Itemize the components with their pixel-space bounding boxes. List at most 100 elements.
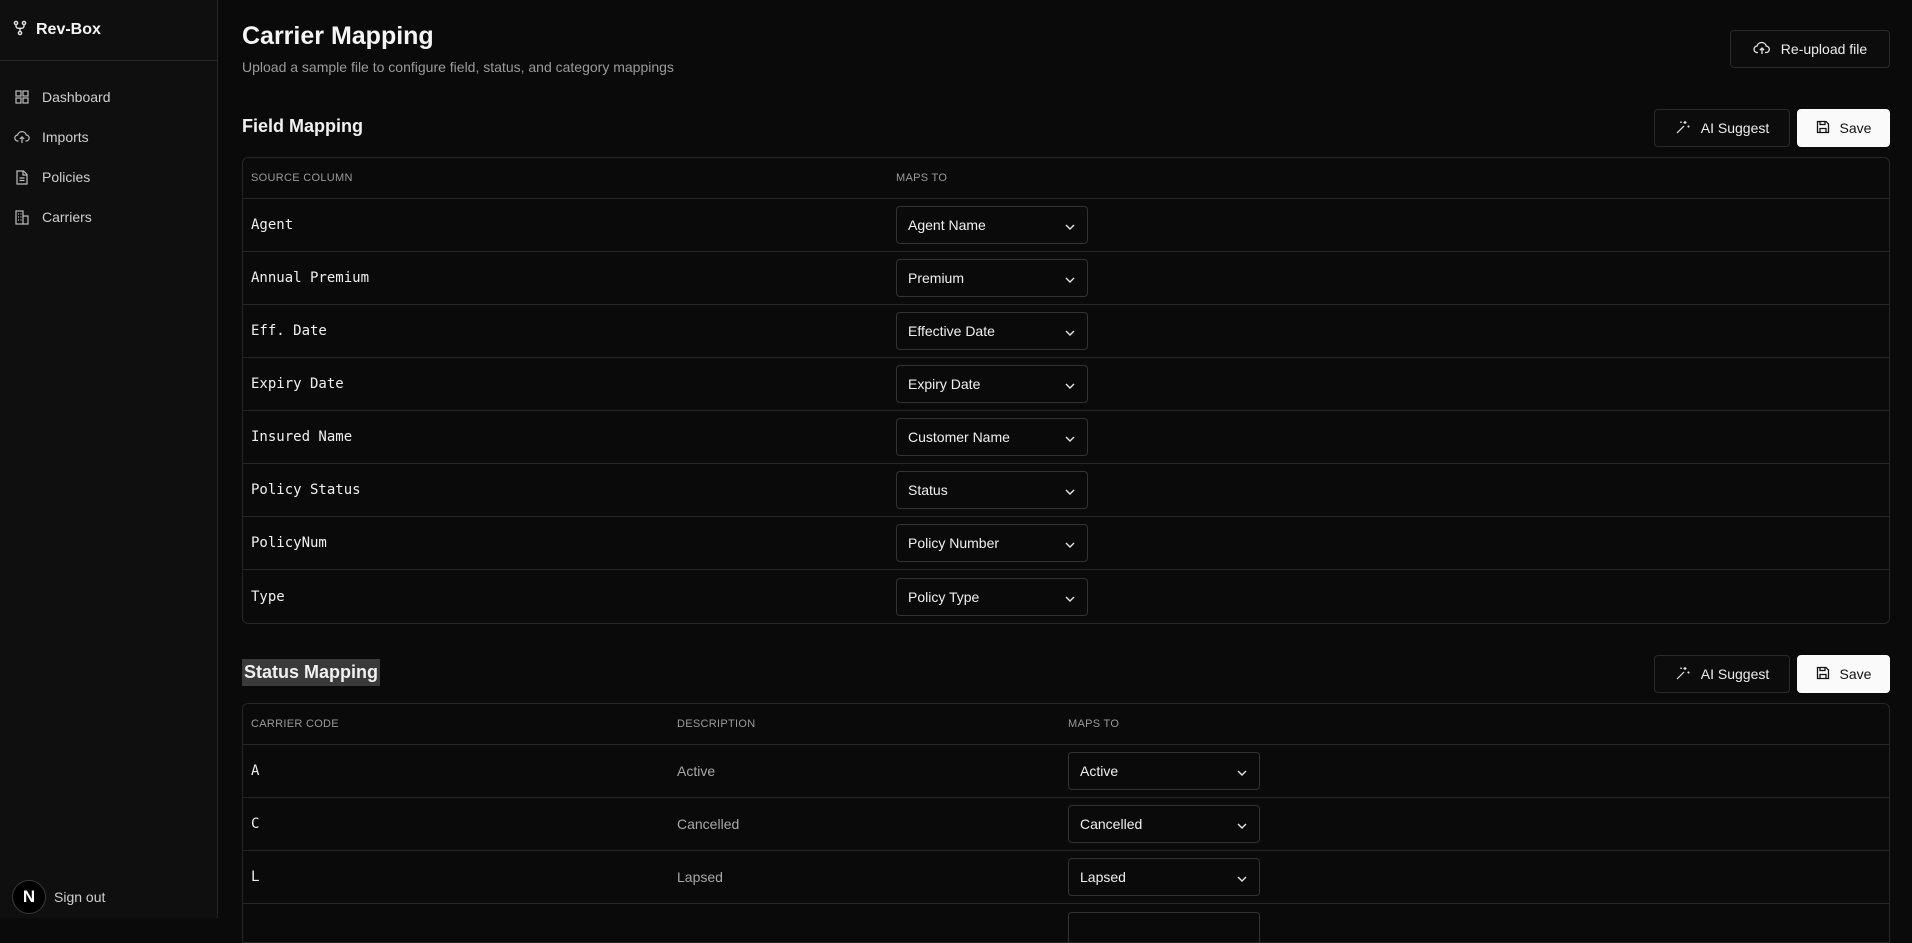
maps-to-select[interactable]: Active bbox=[1068, 752, 1260, 790]
sidebar-item-label: Carriers bbox=[42, 209, 92, 225]
save-icon bbox=[1816, 666, 1830, 683]
carrier-code-cell: L bbox=[243, 869, 669, 885]
maps-to-select[interactable]: Premium bbox=[896, 259, 1088, 297]
table-row: Eff. Date Effective Date bbox=[243, 305, 1889, 358]
column-header-description: DESCRIPTION bbox=[669, 718, 1060, 730]
sparkles-icon bbox=[1675, 119, 1691, 138]
source-column-cell: Expiry Date bbox=[243, 376, 888, 392]
table-row: Type Policy Type bbox=[243, 570, 1889, 623]
chevron-down-icon bbox=[1065, 217, 1075, 233]
ai-suggest-label: AI Suggest bbox=[1701, 666, 1770, 682]
page-subtitle: Upload a sample file to configure field,… bbox=[242, 59, 674, 75]
select-value: Effective Date bbox=[908, 323, 995, 339]
chevron-down-icon bbox=[1237, 763, 1247, 779]
sidebar-item-policies[interactable]: Policies bbox=[0, 163, 217, 191]
field-mapping-table: SOURCE COLUMN MAPS TO Agent Agent Name A… bbox=[242, 157, 1890, 624]
table-header: SOURCE COLUMN MAPS TO bbox=[243, 158, 1889, 199]
table-row: Agent Agent Name bbox=[243, 199, 1889, 252]
maps-to-select[interactable]: Cancelled bbox=[1068, 805, 1260, 843]
document-icon bbox=[14, 169, 30, 185]
building-icon bbox=[14, 209, 30, 225]
reupload-file-button[interactable]: Re-upload file bbox=[1730, 30, 1890, 68]
table-row: Expiry Date Expiry Date bbox=[243, 358, 1889, 411]
chevron-down-icon bbox=[1065, 535, 1075, 551]
page-title: Carrier Mapping bbox=[242, 22, 434, 51]
ai-suggest-label: AI Suggest bbox=[1701, 120, 1770, 136]
maps-to-select[interactable]: Lapsed bbox=[1068, 858, 1260, 896]
chevron-down-icon bbox=[1065, 323, 1075, 339]
table-row: L Lapsed Lapsed bbox=[243, 851, 1889, 904]
status-ai-suggest-button[interactable]: AI Suggest bbox=[1654, 655, 1790, 693]
description-cell: Cancelled bbox=[669, 816, 1060, 832]
maps-to-select[interactable]: Customer Name bbox=[896, 418, 1088, 456]
sidebar-item-dashboard[interactable]: Dashboard bbox=[0, 83, 217, 111]
maps-to-select[interactable]: Effective Date bbox=[896, 312, 1088, 350]
avatar[interactable]: N bbox=[12, 880, 46, 914]
maps-to-select[interactable] bbox=[1068, 912, 1260, 943]
save-label: Save bbox=[1840, 666, 1872, 682]
source-column-cell: Policy Status bbox=[243, 482, 888, 498]
column-header-maps-to: MAPS TO bbox=[1060, 718, 1119, 730]
sidebar-item-label: Imports bbox=[42, 129, 89, 145]
reupload-label: Re-upload file bbox=[1781, 41, 1867, 57]
column-header-carrier-code: CARRIER CODE bbox=[243, 718, 669, 730]
app-name: Rev-Box bbox=[36, 21, 101, 39]
carrier-code-cell: A bbox=[243, 763, 669, 779]
table-row: Insured Name Customer Name bbox=[243, 411, 1889, 464]
source-column-cell: Type bbox=[243, 589, 888, 605]
chevron-down-icon bbox=[1065, 482, 1075, 498]
sign-out-button[interactable]: N Sign out bbox=[12, 880, 105, 914]
table-header: CARRIER CODE DESCRIPTION MAPS TO bbox=[243, 704, 1889, 745]
source-column-cell: Eff. Date bbox=[243, 323, 888, 339]
select-value: Cancelled bbox=[1080, 816, 1142, 832]
table-row: C Cancelled Cancelled bbox=[243, 798, 1889, 851]
field-mapping-title: Field Mapping bbox=[242, 116, 363, 137]
field-ai-suggest-button[interactable]: AI Suggest bbox=[1654, 109, 1790, 147]
cloud-upload-icon bbox=[1753, 41, 1771, 58]
field-save-button[interactable]: Save bbox=[1797, 109, 1890, 147]
select-value: Expiry Date bbox=[908, 376, 980, 392]
maps-to-select[interactable]: Status bbox=[896, 471, 1088, 509]
maps-to-select[interactable]: Agent Name bbox=[896, 206, 1088, 244]
select-value: Status bbox=[908, 482, 948, 498]
status-mapping-title: Status Mapping bbox=[242, 659, 380, 686]
save-label: Save bbox=[1840, 120, 1872, 136]
source-column-cell: Insured Name bbox=[243, 429, 888, 445]
table-row: Annual Premium Premium bbox=[243, 252, 1889, 305]
table-row: Policy Status Status bbox=[243, 464, 1889, 517]
sidebar-item-label: Dashboard bbox=[42, 89, 111, 105]
sidebar-item-imports[interactable]: Imports bbox=[0, 123, 217, 151]
chevron-down-icon bbox=[1065, 589, 1075, 605]
source-column-cell: Annual Premium bbox=[243, 270, 888, 286]
maps-to-select[interactable]: Expiry Date bbox=[896, 365, 1088, 403]
select-value: Active bbox=[1080, 763, 1118, 779]
chevron-down-icon bbox=[1065, 376, 1075, 392]
sidebar-nav: Dashboard Imports Policies bbox=[0, 61, 217, 231]
status-save-button[interactable]: Save bbox=[1797, 655, 1890, 693]
brand[interactable]: Rev-Box bbox=[0, 0, 217, 61]
maps-to-select[interactable]: Policy Type bbox=[896, 578, 1088, 616]
save-icon bbox=[1816, 120, 1830, 137]
source-column-cell: PolicyNum bbox=[243, 535, 888, 551]
table-row-partial bbox=[243, 904, 1889, 943]
sparkles-icon bbox=[1675, 665, 1691, 684]
cloud-upload-icon bbox=[14, 129, 30, 145]
select-value: Premium bbox=[908, 270, 964, 286]
sign-out-label: Sign out bbox=[54, 889, 105, 905]
description-cell: Lapsed bbox=[669, 869, 1060, 885]
select-value: Customer Name bbox=[908, 429, 1010, 445]
sidebar-item-carriers[interactable]: Carriers bbox=[0, 203, 217, 231]
sidebar-item-label: Policies bbox=[42, 169, 90, 185]
fork-logo-icon bbox=[12, 20, 28, 41]
sidebar: Rev-Box Dashboard Imports bbox=[0, 0, 218, 918]
chevron-down-icon bbox=[1237, 816, 1247, 832]
select-value: Agent Name bbox=[908, 217, 986, 233]
description-cell: Active bbox=[669, 763, 1060, 779]
select-value: Policy Type bbox=[908, 589, 979, 605]
chevron-down-icon bbox=[1237, 869, 1247, 885]
table-row: A Active Active bbox=[243, 745, 1889, 798]
select-value: Policy Number bbox=[908, 535, 999, 551]
chevron-down-icon bbox=[1065, 429, 1075, 445]
grid-icon bbox=[14, 89, 30, 105]
maps-to-select[interactable]: Policy Number bbox=[896, 524, 1088, 562]
